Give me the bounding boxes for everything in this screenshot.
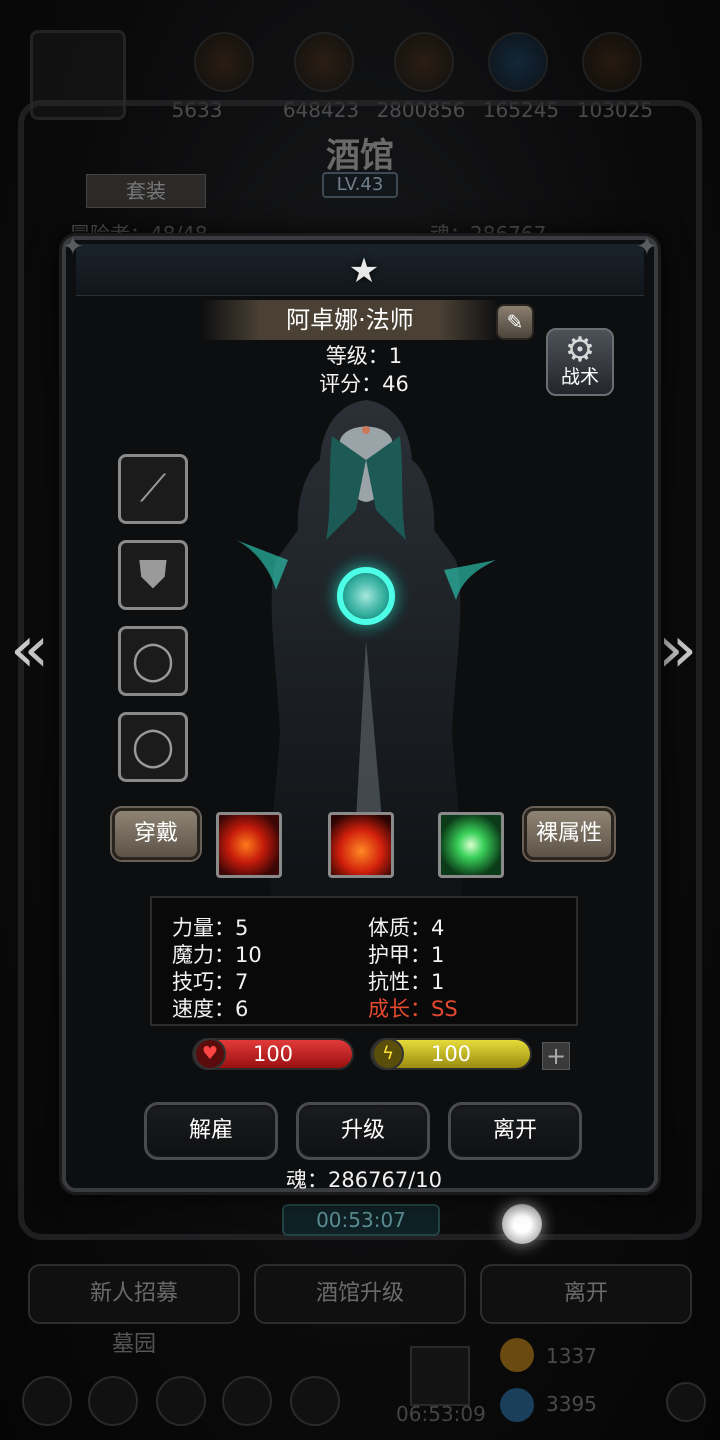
ring-slot-2[interactable]: ◯ [118, 712, 188, 782]
bottom-nav [0, 1370, 720, 1440]
ring-icon: ◯ [131, 638, 175, 682]
upgrade-button[interactable]: 升级 [296, 1102, 430, 1160]
heart-icon: ♥ [194, 1038, 226, 1070]
nav-icon[interactable] [666, 1382, 706, 1422]
hero-name: 阿卓娜·法师 [200, 300, 500, 340]
nav-icon[interactable] [88, 1376, 138, 1426]
nav-icon[interactable] [156, 1376, 206, 1426]
hp-bar: ♥ 100 [192, 1038, 354, 1070]
floating-assist-button[interactable] [502, 1204, 542, 1244]
star-icon: ★ [348, 251, 380, 291]
tactics-button[interactable]: ⚙ 战术 [546, 328, 614, 396]
armor-icon: ⛊ [138, 552, 168, 596]
stat-resistance: 抗性：1 [368, 970, 445, 994]
energy-bar: ϟ 100 [370, 1038, 532, 1070]
stat-speed: 速度：6 [172, 997, 249, 1021]
staff-icon: ⟋ [139, 466, 167, 510]
tactics-label: 战术 [560, 366, 599, 388]
base-attributes-button[interactable]: 裸属性 [524, 808, 614, 860]
crystal-skill-icon[interactable] [438, 812, 504, 878]
wood-icon [194, 32, 254, 92]
graveyard-label: 墓园 [112, 1332, 157, 1357]
leave-button[interactable]: 离开 [448, 1102, 582, 1160]
stat-magic: 魔力：10 [172, 943, 262, 967]
armor-slot[interactable]: ⛊ [118, 540, 188, 610]
weapon-slot[interactable]: ⟋ [118, 454, 188, 524]
fire-skill-icon[interactable] [216, 812, 282, 878]
gem-icon [500, 1388, 534, 1422]
add-energy-button[interactable]: + [542, 1042, 570, 1070]
soul-cost: 魂：286767/10 [286, 1168, 442, 1192]
hp-value: 100 [252, 1042, 294, 1066]
stat-armor: 护甲：1 [368, 943, 445, 967]
recruit-button[interactable]: 新人招募 [28, 1264, 240, 1324]
wear-button[interactable]: 穿戴 [112, 808, 200, 860]
lightning-icon: ϟ [372, 1038, 404, 1070]
edit-name-icon[interactable]: ✎ [496, 304, 534, 340]
energy-value: 100 [430, 1042, 472, 1066]
hero-detail-dialog: ✦ ✦ ★ 阿卓娜·法师 ✎ 等级：1 评分：46 ⚙ 战术 ⟋ ⛊ ◯ ◯ 穿… [62, 232, 658, 1192]
stats-panel: 力量：5 体质：4 魔力：10 护甲：1 技巧：7 抗性：1 速度：6 成长：S… [150, 896, 578, 1026]
stat-skill: 技巧：7 [172, 970, 249, 994]
ring-slot-1[interactable]: ◯ [118, 626, 188, 696]
gift-icon[interactable] [410, 1346, 470, 1406]
corner-ornament: ✦ [636, 232, 658, 262]
stat-strength: 力量：5 [172, 916, 249, 940]
tavern-level: LV.43 [322, 172, 398, 198]
gold-value: 1337 [546, 1344, 597, 1368]
gift-timer: 06:53:09 [396, 1402, 486, 1426]
corner-ornament: ✦ [62, 232, 84, 262]
leave-tavern-button[interactable]: 离开 [480, 1264, 692, 1324]
gem-value: 3395 [546, 1392, 597, 1416]
nav-icon[interactable] [22, 1376, 72, 1426]
stat-constitution: 体质：4 [368, 916, 445, 940]
tavern-timer: 00:53:07 [282, 1204, 440, 1236]
feather-icon [582, 32, 642, 92]
stat-growth: 成长：SS [368, 997, 458, 1021]
dismiss-button[interactable]: 解雇 [144, 1102, 278, 1160]
next-hero-arrow[interactable]: » [658, 618, 697, 682]
meat-icon [294, 32, 354, 92]
nav-icon[interactable] [222, 1376, 272, 1426]
ore-icon [394, 32, 454, 92]
tavern-title: 酒馆 [326, 136, 394, 176]
gold-coin-icon [500, 1338, 534, 1372]
nav-icon[interactable] [290, 1376, 340, 1426]
prev-hero-arrow[interactable]: « [10, 618, 49, 682]
crystal-icon [488, 32, 548, 92]
set-tab[interactable]: 套装 [86, 174, 206, 208]
ring-icon: ◯ [131, 724, 175, 768]
tavern-upgrade-button[interactable]: 酒馆升级 [254, 1264, 466, 1324]
flame-skill-icon[interactable] [328, 812, 394, 878]
